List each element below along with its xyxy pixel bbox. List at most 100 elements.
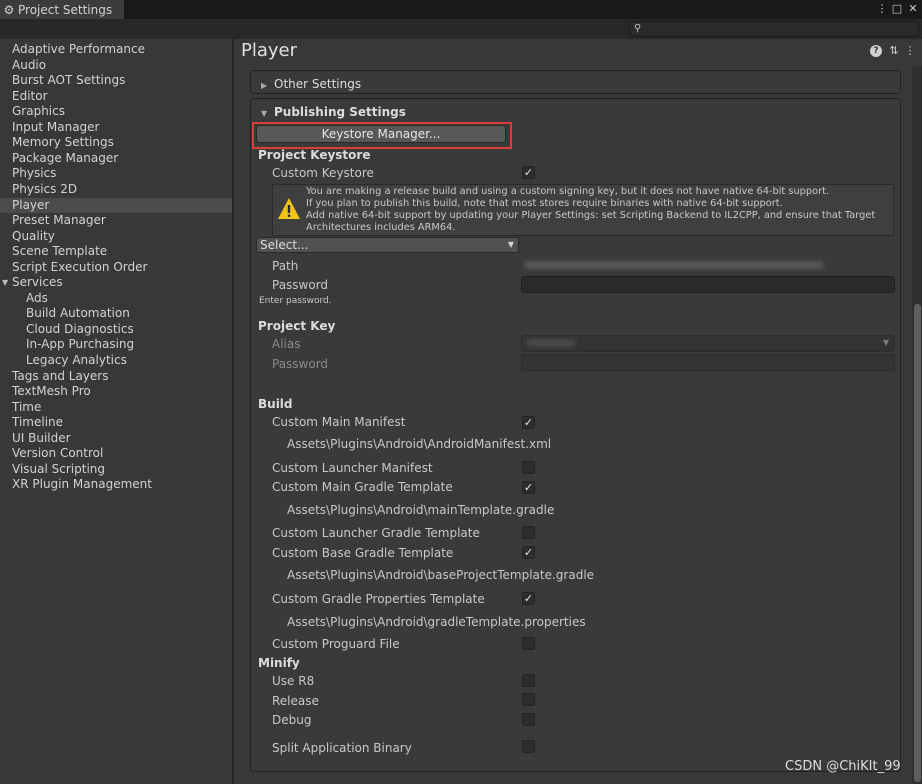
sidebar-item-label: Legacy Analytics (26, 353, 127, 367)
custom-launcher-gradle-checkbox[interactable] (522, 526, 535, 539)
project-keystore-heading: Project Keystore (258, 148, 371, 162)
sidebar-item-preset-manager[interactable]: Preset Manager (0, 213, 232, 228)
sidebar-item-legacy-analytics[interactable]: Legacy Analytics (0, 353, 232, 368)
sidebar-item-label: UI Builder (12, 430, 71, 445)
custom-proguard-checkbox[interactable] (522, 637, 535, 650)
sidebar-item-services[interactable]: ▼ Services (0, 275, 232, 290)
sidebar-item-quality[interactable]: Quality (0, 229, 232, 244)
gradle-properties-path: Assets\Plugins\Android\gradleTemplate.pr… (287, 615, 586, 629)
search-input[interactable]: ⚲ (629, 21, 919, 37)
sidebar-item-physics-2d[interactable]: Physics 2D (0, 182, 232, 197)
minify-heading: Minify (258, 656, 300, 670)
sidebar-item-physics[interactable]: Physics (0, 166, 232, 181)
sidebar-item-label: Build Automation (26, 306, 130, 321)
sidebar-item-label: Scene Template (12, 244, 108, 259)
split-binary-label: Split Application Binary (272, 741, 412, 755)
sidebar-item-label: Player (12, 197, 50, 212)
sidebar-item-timeline[interactable]: Timeline (0, 415, 232, 430)
scrollbar-thumb[interactable] (914, 304, 921, 782)
debug-label: Debug (272, 713, 312, 727)
sidebar-item-xr-plugin-management[interactable]: XR Plugin Management (0, 477, 232, 492)
release-checkbox[interactable] (522, 693, 535, 706)
custom-gradle-properties-checkbox[interactable]: ✓ (522, 592, 535, 605)
warning-icon (278, 198, 300, 219)
sidebar-item-label: TextMesh Pro (12, 384, 91, 399)
sidebar-item-label: Package Manager (12, 150, 119, 165)
custom-main-manifest-checkbox[interactable]: ✓ (522, 416, 535, 429)
custom-main-gradle-checkbox[interactable]: ✓ (522, 481, 535, 494)
main-manifest-path: Assets\Plugins\Android\AndroidManifest.x… (287, 437, 552, 451)
debug-checkbox[interactable] (522, 713, 535, 726)
alias-value (526, 339, 576, 347)
sidebar-item-in-app-purchasing[interactable]: In-App Purchasing (0, 337, 232, 352)
sidebar-item-label: Memory Settings (12, 135, 114, 150)
sidebar-item-label: Quality (12, 228, 55, 243)
sidebar-item-package-manager[interactable]: Package Manager (0, 151, 232, 166)
more-options-icon[interactable]: ⋮ (904, 45, 916, 57)
other-settings-foldout[interactable]: ▶ Other Settings (261, 77, 361, 91)
release-label: Release (272, 694, 319, 708)
title-bar: ⚙ Project Settings ⋮ □ ✕ (0, 0, 922, 19)
split-binary-checkbox[interactable] (522, 740, 535, 753)
sidebar-item-label: Physics (12, 166, 57, 181)
sidebar-item-label: Input Manager (12, 119, 100, 134)
custom-gradle-properties-label: Custom Gradle Properties Template (272, 592, 485, 606)
sidebar-item-burst-aot-settings[interactable]: Burst AOT Settings (0, 73, 232, 88)
warning-text: You are making a release build and using… (306, 186, 876, 233)
close-icon[interactable]: ✕ (906, 2, 920, 16)
sidebar-item-label: Time (12, 399, 42, 414)
sidebar-item-version-control[interactable]: Version Control (0, 446, 232, 461)
use-r8-checkbox[interactable] (522, 674, 535, 687)
gear-icon: ⚙ (3, 2, 15, 17)
sidebar-item-visual-scripting[interactable]: Visual Scripting (0, 462, 232, 477)
sidebar-item-tags-and-layers[interactable]: Tags and Layers (0, 369, 232, 384)
sidebar-item-build-automation[interactable]: Build Automation (0, 306, 232, 321)
custom-launcher-manifest-label: Custom Launcher Manifest (272, 461, 433, 475)
sidebar-item-script-execution-order[interactable]: Script Execution Order (0, 260, 232, 275)
path-value (524, 261, 824, 269)
password-hint: Enter password. (259, 296, 332, 306)
key-password-field[interactable] (521, 354, 895, 371)
custom-proguard-label: Custom Proguard File (272, 637, 400, 651)
publishing-settings-foldout[interactable]: ▼ Publishing Settings (261, 105, 406, 119)
custom-launcher-gradle-label: Custom Launcher Gradle Template (272, 526, 480, 540)
expanded-arrow-icon[interactable]: ▼ (2, 275, 8, 290)
sidebar-item-graphics[interactable]: Graphics (0, 104, 232, 119)
project-settings-tab[interactable]: ⚙ Project Settings (0, 0, 124, 19)
sidebar-item-time[interactable]: Time (0, 400, 232, 415)
custom-keystore-checkbox[interactable]: ✓ (522, 166, 535, 179)
sidebar-item-ui-builder[interactable]: UI Builder (0, 431, 232, 446)
player-settings-panel: Player ? ⇅ ⋮ ▶ Other Settings ▼ Publishing… (234, 39, 922, 784)
sidebar-item-cloud-diagnostics[interactable]: Cloud Diagnostics (0, 322, 232, 337)
settings-sidebar: Adaptive Performance Audio Burst AOT Setti… (0, 39, 232, 784)
sidebar-item-audio[interactable]: Audio (0, 58, 232, 73)
sidebar-item-textmesh-pro[interactable]: TextMesh Pro (0, 384, 232, 399)
keystore-select-dropdown[interactable]: Select... ▼ (256, 237, 519, 253)
sidebar-item-label: Burst AOT Settings (12, 73, 126, 88)
sidebar-item-player[interactable]: Player (0, 197, 232, 213)
custom-base-gradle-checkbox[interactable]: ✓ (522, 546, 535, 559)
sidebar-item-scene-template[interactable]: Scene Template (0, 244, 232, 259)
sidebar-item-editor[interactable]: Editor (0, 89, 232, 104)
main-gradle-path: Assets\Plugins\Android\mainTemplate.grad… (287, 503, 555, 517)
use-r8-label: Use R8 (272, 674, 315, 688)
sidebar-item-label: Timeline (12, 415, 64, 430)
custom-main-manifest-label: Custom Main Manifest (272, 415, 406, 429)
keystore-password-field[interactable] (521, 276, 895, 293)
preset-icon[interactable]: ⇅ (888, 45, 900, 57)
custom-main-gradle-label: Custom Main Gradle Template (272, 480, 453, 494)
more-options-icon[interactable]: ⋮ (875, 2, 889, 16)
project-key-heading: Project Key (258, 319, 336, 333)
custom-launcher-manifest-checkbox[interactable] (522, 461, 535, 474)
sidebar-item-adaptive-performance[interactable]: Adaptive Performance (0, 42, 232, 57)
maximize-icon[interactable]: □ (890, 2, 904, 16)
sidebar-item-label: XR Plugin Management (12, 477, 152, 492)
path-label: Path (272, 259, 299, 273)
sidebar-item-memory-settings[interactable]: Memory Settings (0, 135, 232, 150)
help-icon[interactable]: ? (870, 45, 882, 57)
sidebar-item-ads[interactable]: Ads (0, 291, 232, 306)
sidebar-item-input-manager[interactable]: Input Manager (0, 120, 232, 135)
watermark: CSDN @ChiKIt_99 (785, 759, 901, 774)
sidebar-item-label: Ads (26, 290, 48, 305)
alias-dropdown[interactable]: ▼ (521, 335, 895, 352)
